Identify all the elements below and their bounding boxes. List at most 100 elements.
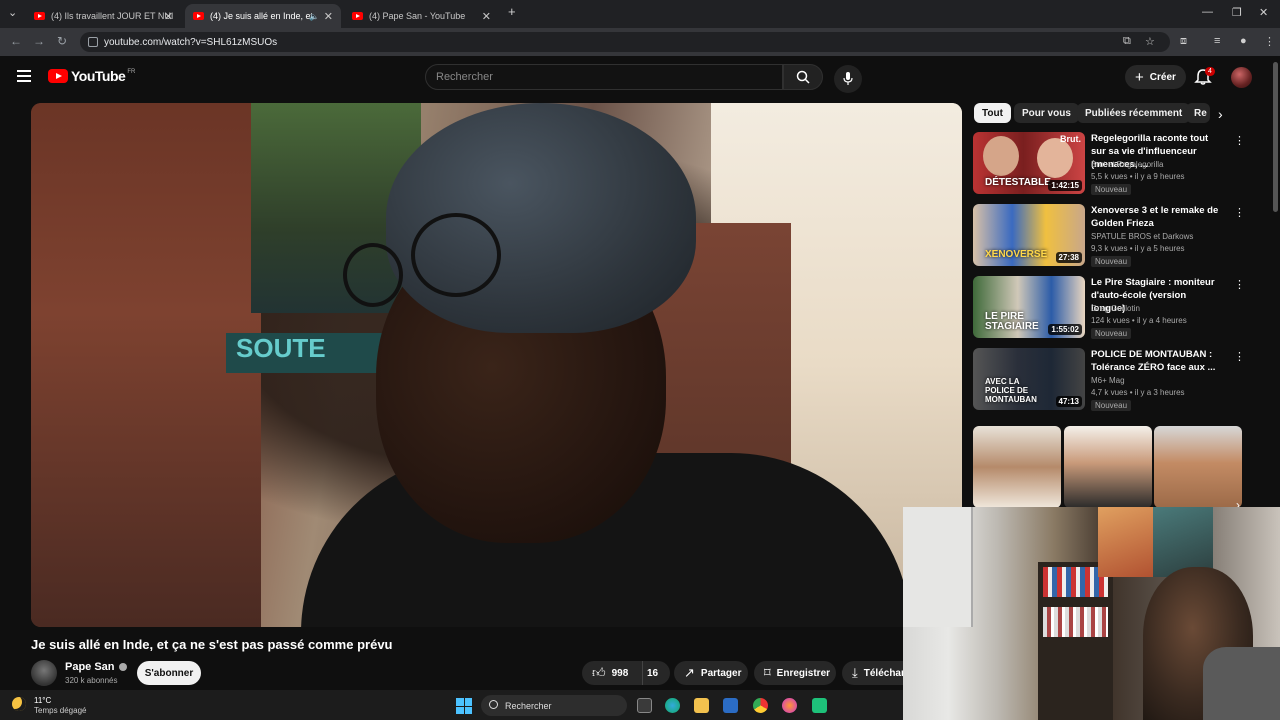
recommendation-meta: 5,5 k vues • il y a 9 heures (1091, 172, 1185, 181)
video-thumbnail[interactable]: AVEC LA POLICE DE MONTAUBAN 47:13 (973, 348, 1085, 410)
recommendation-channel[interactable]: M6+ Mag (1091, 376, 1125, 385)
save-button[interactable]: ⌑ Enregistrer (754, 661, 836, 685)
microphone-icon (843, 72, 853, 85)
short-thumbnail[interactable] (1064, 426, 1152, 508)
address-bar[interactable]: youtube.com/watch?v=SHL61zMSUOs (80, 32, 1170, 52)
chip-publiees-recemment[interactable]: Publiées récemment (1077, 103, 1191, 123)
tab-title: (4) Pape San - YouTube (369, 11, 466, 21)
store-icon[interactable] (723, 698, 738, 713)
short-thumbnail[interactable] (973, 426, 1061, 508)
poster (1098, 507, 1158, 577)
recommendation-item[interactable]: XENOVERSE 27:38 Xenoverse 3 et le remake… (973, 204, 1273, 268)
create-label: Créer (1149, 71, 1176, 83)
recommendation-channel[interactable]: SPATULE BROS et Darkows (1091, 232, 1193, 241)
close-icon[interactable]: ✕ (482, 10, 491, 23)
chrome-icon[interactable] (753, 698, 768, 713)
more-options-icon[interactable]: ⋮ (1234, 350, 1245, 363)
video-duration: 1:55:02 (1048, 324, 1082, 335)
window-frame (903, 507, 973, 627)
search-input[interactable]: Rechercher (425, 64, 783, 90)
back-icon[interactable]: ← (10, 34, 22, 48)
youtube-favicon-icon (34, 12, 45, 20)
chip-tout[interactable]: Tout (974, 103, 1011, 123)
recommendation-item[interactable]: AVEC LA POLICE DE MONTAUBAN 47:13 POLICE… (973, 348, 1273, 412)
shop-sign: SOUTE (226, 333, 386, 373)
search-button[interactable] (783, 64, 823, 90)
browser-menu-icon[interactable]: ⋮ (1264, 35, 1275, 48)
browser-tab-1[interactable]: (4) Ils travaillent JOUR ET NUIT ✕ (26, 4, 181, 28)
firefox-icon[interactable] (782, 698, 797, 713)
moon-weather-icon[interactable] (12, 697, 26, 711)
logo-text: YouTube (71, 68, 126, 84)
share-button[interactable]: ↗ Partager (674, 661, 748, 685)
recommendation-title[interactable]: Xenoverse 3 et le remake de Golden Friez… (1091, 204, 1223, 230)
download-button[interactable]: ⤓ Télécharger (842, 661, 903, 685)
reload-icon[interactable]: ↻ (57, 34, 67, 48)
page-scrollbar[interactable] (1273, 62, 1278, 212)
media-control-icon[interactable]: ≡ (1214, 35, 1220, 47)
webcam-overlay (903, 507, 1280, 720)
recommendation-item[interactable]: LE PIRE STAGIAIRE 1:55:02 Le Pire Stagia… (973, 276, 1273, 340)
recommendation-channel[interactable]: Greg Guillotin (1091, 304, 1140, 313)
close-icon[interactable]: ✕ (324, 10, 333, 23)
extensions-icon[interactable]: ⧈ (1180, 35, 1187, 48)
recommendation-title[interactable]: POLICE DE MONTAUBAN : Tolérance ZÉRO fac… (1091, 348, 1223, 374)
forward-icon[interactable]: → (33, 34, 45, 48)
chip-more[interactable]: Re (1186, 103, 1210, 123)
close-window-icon[interactable]: ✕ (1259, 6, 1268, 19)
more-options-icon[interactable]: ⋮ (1234, 278, 1245, 291)
video-thumbnail[interactable]: LE PIRE STAGIAIRE 1:55:02 (973, 276, 1085, 338)
browser-tab-3[interactable]: (4) Pape San - YouTube ✕ (344, 4, 499, 28)
speaker-icon[interactable]: 🔈 (309, 12, 319, 21)
new-badge: Nouveau (1091, 400, 1132, 411)
channel-avatar[interactable] (31, 660, 57, 686)
youtube-favicon-icon (193, 12, 204, 20)
app-icon[interactable] (812, 698, 827, 713)
video-duration: 47:13 (1055, 396, 1082, 407)
temperature[interactable]: 11°C (34, 696, 51, 705)
like-button[interactable]: 👍︎ 998 (582, 661, 642, 685)
close-icon[interactable]: ✕ (164, 10, 173, 23)
more-options-icon[interactable]: ⋮ (1234, 134, 1245, 147)
new-badge: Nouveau (1091, 256, 1132, 267)
create-button[interactable]: + Créer (1125, 65, 1186, 89)
windows-start-icon[interactable] (456, 698, 472, 714)
profile-icon[interactable]: ● (1240, 35, 1247, 47)
taskbar-search[interactable]: Rechercher (481, 695, 627, 716)
maximize-icon[interactable]: ❐ (1232, 6, 1242, 19)
video-player[interactable]: SOUTE (31, 103, 962, 627)
task-view-icon[interactable] (637, 698, 652, 713)
edge-icon[interactable] (665, 698, 680, 713)
video-thumbnail[interactable]: Brut. DÉTESTABLE 1:42:15 (973, 132, 1085, 194)
youtube-logo[interactable]: YouTube FR (48, 68, 135, 84)
youtube-header: YouTube FR Rechercher (0, 56, 1280, 98)
user-avatar[interactable] (1231, 67, 1252, 88)
short-thumbnail[interactable] (1154, 426, 1242, 508)
menu-icon[interactable] (17, 70, 31, 82)
new-tab-icon[interactable]: + (508, 4, 516, 19)
voice-search-button[interactable] (834, 65, 862, 93)
tab-search-icon[interactable]: ⌄ (8, 6, 17, 19)
cast-icon[interactable]: ⧉ (1123, 35, 1131, 48)
file-explorer-icon[interactable] (694, 698, 709, 713)
channel-name[interactable]: Pape San (65, 661, 127, 673)
dislike-count: 16 (647, 667, 659, 679)
recommendation-channel[interactable]: Brut et Regelegorilla (1091, 160, 1163, 169)
subscribe-button[interactable]: S'abonner (137, 661, 201, 685)
bookmark-star-icon[interactable]: ☆ (1145, 35, 1155, 48)
more-options-icon[interactable]: ⋮ (1234, 206, 1245, 219)
site-info-icon[interactable] (88, 37, 98, 47)
browser-tab-bar: ⌄ (4) Ils travaillent JOUR ET NUIT ✕ (4)… (0, 0, 1280, 28)
recommendation-item[interactable]: Brut. DÉTESTABLE 1:42:15 Regelegorilla r… (973, 132, 1273, 196)
weather-text[interactable]: Temps dégagé (34, 706, 86, 715)
thumbnail-overlay-text: AVEC LA POLICE DE MONTAUBAN (985, 377, 1037, 404)
minimize-icon[interactable]: — (1202, 6, 1213, 18)
chevron-right-icon[interactable]: › (1218, 106, 1223, 122)
browser-tab-2[interactable]: (4) Je suis allé en Inde, et ça 🔈 ✕ (185, 4, 341, 28)
streamer-shirt (1203, 647, 1280, 720)
search-icon (489, 700, 498, 709)
video-thumbnail[interactable]: XENOVERSE 27:38 (973, 204, 1085, 266)
dislike-button[interactable]: 16 (642, 661, 670, 685)
search-icon (796, 70, 810, 84)
chip-pour-vous[interactable]: Pour vous (1014, 103, 1079, 123)
